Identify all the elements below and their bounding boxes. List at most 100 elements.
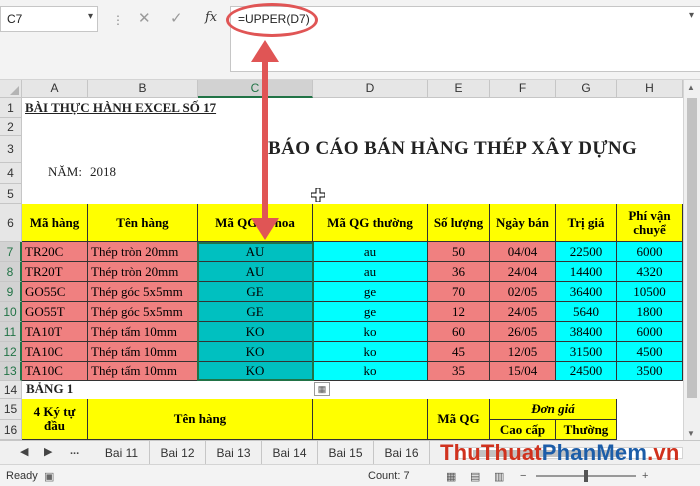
row-header-16[interactable]: 16 — [0, 420, 22, 440]
row-header-11[interactable]: 11 — [0, 322, 22, 342]
header-ma-qg-thuong[interactable]: Mã QG thường — [313, 204, 428, 242]
cell-ma-qg-thuong[interactable]: au — [313, 262, 428, 282]
sheet-tab-bai-13[interactable]: Bai 13 — [206, 441, 262, 464]
cell-tri-gia[interactable]: 14400 — [556, 262, 617, 282]
header-tri-gia[interactable]: Trị giá — [556, 204, 617, 242]
cell-phi-van-chuyen[interactable]: 6000 — [617, 242, 683, 262]
cell-ma-qg-in-hoa[interactable]: KO — [198, 322, 313, 342]
column-header-d[interactable]: D — [313, 80, 428, 98]
quick-analysis-icon[interactable]: ▦ — [314, 382, 330, 396]
column-header-e[interactable]: E — [428, 80, 490, 98]
cell-ma-hang[interactable]: TA10C — [22, 362, 88, 381]
chevron-down-icon[interactable]: ▾ — [88, 11, 93, 22]
table2-ten-hang[interactable]: Tên hàng — [88, 399, 313, 440]
cell-tri-gia[interactable]: 5640 — [556, 302, 617, 322]
row-header-3[interactable]: 3 — [0, 136, 22, 163]
cell-ma-hang[interactable]: TR20T — [22, 262, 88, 282]
row-header-4[interactable]: 4 — [0, 163, 22, 184]
cell-ma-hang[interactable]: GO55T — [22, 302, 88, 322]
cell-tri-gia[interactable]: 31500 — [556, 342, 617, 362]
row-header-13[interactable]: 13 — [0, 362, 22, 381]
cell-ma-qg-thuong[interactable]: ko — [313, 322, 428, 342]
header-so-luong[interactable]: Số lượng — [428, 204, 490, 242]
cell-ma-qg-thuong[interactable]: ko — [313, 362, 428, 381]
cell-phi-van-chuyen[interactable]: 3500 — [617, 362, 683, 381]
chevron-down-icon[interactable]: ▾ — [689, 10, 694, 21]
tab-prev-icon[interactable]: ◀ — [20, 445, 28, 458]
header-ten-hang[interactable]: Tên hàng — [88, 204, 198, 242]
header-ma-hang[interactable]: Mã hàng — [22, 204, 88, 242]
sheet-tab-bai-16[interactable]: Bai 16 — [374, 441, 430, 464]
row-header-5[interactable]: 5 — [0, 184, 22, 204]
cell-phi-van-chuyen[interactable]: 1800 — [617, 302, 683, 322]
row-header-8[interactable]: 8 — [0, 262, 22, 282]
cell-tri-gia[interactable]: 24500 — [556, 362, 617, 381]
header-phi-van-chuyen[interactable]: Phí vận chuyể — [617, 204, 683, 242]
cell-ngay-ban[interactable]: 04/04 — [490, 242, 556, 262]
cell-tri-gia[interactable]: 38400 — [556, 322, 617, 342]
cell-so-luong[interactable]: 45 — [428, 342, 490, 362]
cell-ngay-ban[interactable]: 26/05 — [490, 322, 556, 342]
normal-view-icon[interactable]: ▦ — [446, 470, 456, 483]
cell-ngay-ban[interactable]: 24/04 — [490, 262, 556, 282]
column-header-c[interactable]: C — [198, 80, 313, 98]
sheet-tab-bai-11[interactable]: Bai 11 — [94, 441, 150, 464]
cell-tri-gia[interactable]: 22500 — [556, 242, 617, 262]
table2-don-gia[interactable]: Đơn giá — [490, 399, 617, 420]
row-header-9[interactable]: 9 — [0, 282, 22, 302]
table2-cao-cap[interactable]: Cao cấp — [490, 420, 556, 440]
column-header-a[interactable]: A — [22, 80, 88, 98]
cell-ten-hang[interactable]: Thép tròn 20mm — [88, 262, 198, 282]
row-header-15[interactable]: 15 — [0, 399, 22, 420]
column-header-g[interactable]: G — [556, 80, 617, 98]
cell-ma-qg-in-hoa[interactable]: AU — [198, 242, 313, 262]
cell-ngay-ban[interactable]: 24/05 — [490, 302, 556, 322]
row-header-7[interactable]: 7 — [0, 242, 22, 262]
fx-icon[interactable]: fx — [205, 10, 217, 25]
column-header-f[interactable]: F — [490, 80, 556, 98]
table2-ma-qg[interactable]: Mã QG — [428, 399, 490, 440]
cell-ngay-ban[interactable]: 12/05 — [490, 342, 556, 362]
cell-ma-qg-in-hoa[interactable]: KO — [198, 362, 313, 381]
row-header-6[interactable]: 6 — [0, 204, 22, 242]
year-label[interactable]: NĂM: — [48, 164, 82, 180]
cell-ten-hang[interactable]: Thép góc 5x5mm — [88, 302, 198, 322]
cell-ngay-ban[interactable]: 15/04 — [490, 362, 556, 381]
cell-phi-van-chuyen[interactable]: 10500 — [617, 282, 683, 302]
cell-ma-hang[interactable]: GO55C — [22, 282, 88, 302]
cell-ma-qg-thuong[interactable]: ko — [313, 342, 428, 362]
table2-ky-tu[interactable]: 4 Ký tự đầu — [22, 399, 88, 440]
cell-ma-qg-in-hoa[interactable]: AU — [198, 262, 313, 282]
page-layout-icon[interactable]: ▤ — [470, 470, 480, 483]
cell-so-luong[interactable]: 35 — [428, 362, 490, 381]
column-header-b[interactable]: B — [88, 80, 198, 98]
cell-ma-hang[interactable]: TR20C — [22, 242, 88, 262]
cell-phi-van-chuyen[interactable]: 6000 — [617, 322, 683, 342]
scrollbar-thumb[interactable] — [687, 98, 697, 398]
row-header-1[interactable]: 1 — [0, 98, 22, 118]
cell-so-luong[interactable]: 36 — [428, 262, 490, 282]
report-title[interactable]: BÁO CÁO BÁN HÀNG THÉP XÂY DỰNG — [268, 138, 637, 160]
cell-ten-hang[interactable]: Thép tấm 10mm — [88, 362, 198, 381]
cell-so-luong[interactable]: 12 — [428, 302, 490, 322]
cell-ma-qg-in-hoa[interactable]: GE — [198, 282, 313, 302]
macro-record-icon[interactable]: ▣ — [44, 470, 54, 483]
tab-more[interactable]: ... — [70, 445, 79, 457]
cell-ma-hang[interactable]: TA10T — [22, 322, 88, 342]
page-break-icon[interactable]: ▥ — [494, 470, 504, 483]
scroll-down-icon[interactable]: ▼ — [687, 429, 695, 438]
select-all-corner[interactable] — [0, 80, 22, 98]
sheet-tab-bai-12[interactable]: Bai 12 — [150, 441, 206, 464]
cell-ten-hang[interactable]: Thép tròn 20mm — [88, 242, 198, 262]
row-header-12[interactable]: 12 — [0, 342, 22, 362]
cell-phi-van-chuyen[interactable]: 4320 — [617, 262, 683, 282]
zoom-out-icon[interactable]: − — [520, 470, 526, 482]
table2-thuong[interactable]: Thường — [556, 420, 617, 440]
zoom-slider-thumb[interactable] — [584, 470, 588, 482]
cell-ma-qg-thuong[interactable]: ge — [313, 282, 428, 302]
cell-so-luong[interactable]: 60 — [428, 322, 490, 342]
name-box[interactable]: C7 ▾ — [0, 6, 98, 32]
vertical-scrollbar[interactable]: ▲ ▼ — [683, 80, 700, 440]
cell-ten-hang[interactable]: Thép tấm 10mm — [88, 342, 198, 362]
table2-blank[interactable] — [313, 399, 428, 440]
